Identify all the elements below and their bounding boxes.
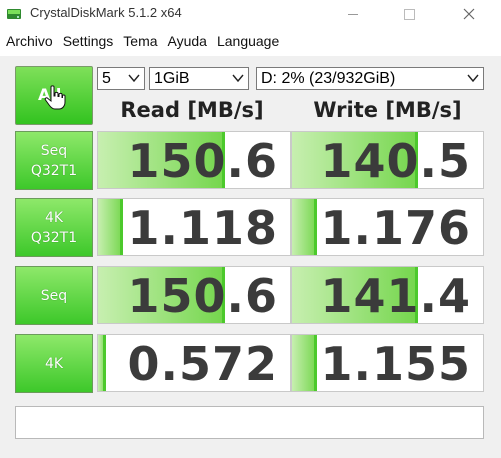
menu-language[interactable]: Language [212,30,284,52]
seq-button[interactable]: Seq [15,266,93,325]
row-label-line1: Seq [40,142,68,159]
write-value: 141.4 [320,269,471,323]
seq-q32t1-read-result: 150.6 [97,131,291,189]
menu-ayuda[interactable]: Ayuda [163,30,212,52]
title-bar: CrystalDiskMark 5.1.2 x64 [0,0,501,28]
row-label-line2: Q32T1 [30,162,78,179]
menu-archivo[interactable]: Archivo [0,30,58,52]
seq-write-result: 141.4 [291,266,484,324]
seq-read-result: 150.6 [97,266,291,324]
read-header: Read [MB/s] [120,98,264,122]
close-icon [463,8,474,20]
app-disk-icon [7,9,21,19]
benchmark-panel: All 5 1GiB D: 2% (23/932GiB) Read [MB/s]… [0,56,501,458]
read-value: 0.572 [127,337,278,391]
read-bar-edge [102,335,106,391]
chevron-down-icon [128,74,140,83]
hand-pointer-icon [44,85,66,110]
read-value: 150.6 [127,134,278,188]
seq-q32t1-write-result: 140.5 [291,131,484,189]
row-label-line1: Seq [40,287,68,304]
4k-write-result: 1.155 [291,334,484,392]
seq-q32t1-button[interactable]: Seq Q32T1 [15,131,93,190]
row-label-line1: 4K [44,209,64,226]
write-bar-edge [313,335,317,391]
close-button[interactable] [446,0,491,28]
maximize-button[interactable] [387,0,432,28]
test-count-value: 5 [102,70,111,87]
row-label-line2: Q32T1 [30,229,78,246]
comment-input[interactable] [15,406,484,439]
test-size-select[interactable]: 1GiB [149,67,249,90]
read-value: 150.6 [127,269,278,323]
write-value: 1.155 [320,337,471,391]
menu-bar: Archivo Settings Tema Ayuda Language [0,30,501,52]
4k-q32t1-button[interactable]: 4K Q32T1 [15,198,93,257]
test-size-value: 1GiB [154,70,190,87]
4k-read-result: 0.572 [97,334,291,392]
minimize-button[interactable] [330,0,375,28]
write-value: 140.5 [320,134,471,188]
minimize-icon [347,13,358,15]
maximize-icon [404,8,415,20]
4k-q32t1-read-result: 1.118 [97,198,291,256]
chevron-down-icon [467,74,479,83]
drive-select[interactable]: D: 2% (23/932GiB) [256,67,484,90]
write-header: Write [MB/s] [313,98,462,122]
4k-q32t1-write-result: 1.176 [291,198,484,256]
write-value: 1.176 [320,201,471,255]
4k-button[interactable]: 4K [15,334,93,393]
window-title: CrystalDiskMark 5.1.2 x64 [30,5,182,20]
read-value: 1.118 [127,201,278,255]
row-label-line1: 4K [44,355,64,372]
test-count-select[interactable]: 5 [97,67,145,90]
write-bar-edge [313,199,317,255]
all-button[interactable]: All [15,66,93,125]
menu-tema[interactable]: Tema [118,30,162,52]
chevron-down-icon [232,74,244,83]
menu-settings[interactable]: Settings [58,30,119,52]
drive-value: D: 2% (23/932GiB) [261,70,396,87]
read-bar-edge [119,199,123,255]
